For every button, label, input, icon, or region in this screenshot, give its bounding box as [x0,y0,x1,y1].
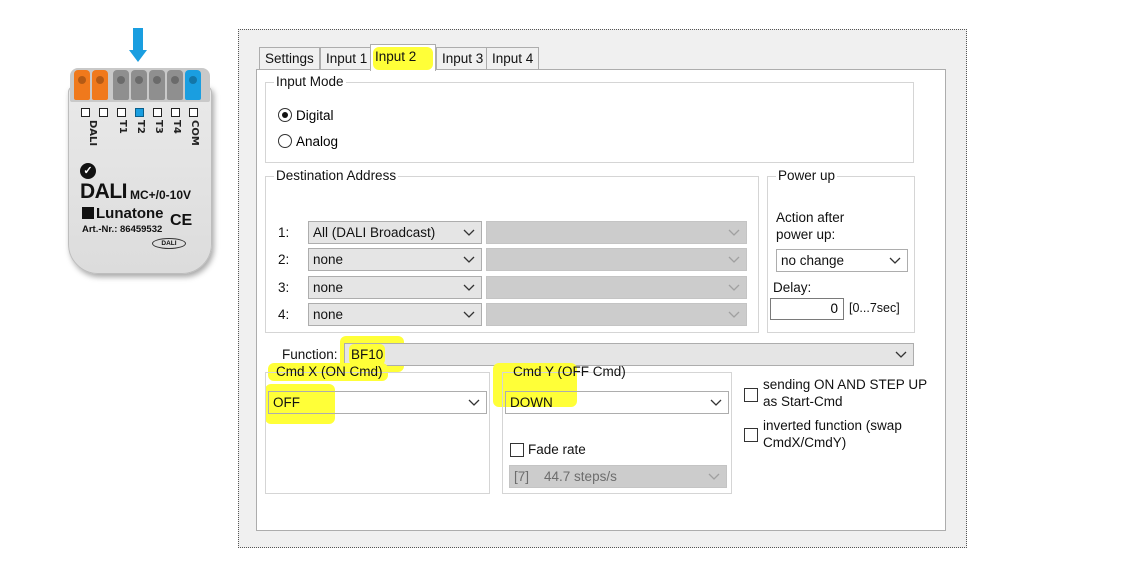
delay-input[interactable]: 0 [770,298,844,320]
chevron-down-icon [462,249,476,270]
chevron-down-icon [727,249,741,270]
pin-label-t2: T2 [135,120,146,134]
cmd-x-group: Cmd X (ON Cmd) OFF [265,364,490,494]
chevron-down-icon [462,277,476,298]
input-2-panel: Input Mode Digital Analog Destination Ad… [256,69,946,531]
fade-rate-select: [7] 44.7 steps/s [509,465,727,488]
pin-label-com: COM [189,120,200,146]
radio-digital-indicator[interactable] [278,108,292,122]
terminal-t3 [149,70,165,100]
terminal-com [185,70,201,100]
radio-analog[interactable]: Analog [278,132,338,150]
function-select[interactable]: BF10 [344,343,914,366]
led-dali-2 [99,108,108,117]
dest-row-4-select[interactable]: none [308,303,482,326]
tab-input-4[interactable]: Input 4 [486,47,540,70]
pin-label-t4: T4 [171,120,182,134]
start-cmd-label-line2: as Start-Cmd [763,394,843,409]
chevron-down-icon [707,466,721,487]
led-t1 [117,108,126,117]
dest-row-4-number: 4: [278,307,290,322]
start-cmd-checkbox[interactable] [744,388,758,402]
cmd-y-group: Cmd Y (OFF Cmd) DOWN Fade rate [7] 44.7 … [502,364,732,494]
chevron-down-icon [888,250,902,271]
dest-row-1-select[interactable]: All (DALI Broadcast) [308,221,482,244]
device-brand: Lunatone [82,205,164,222]
chevron-down-icon [894,344,908,365]
device-model: MC+/0-10V [130,188,192,202]
brand-logo-icon: ✓ [80,163,96,179]
chevron-down-icon [462,222,476,243]
destination-address-group: Destination Address 1: All (DALI Broadca… [265,168,759,333]
cmd-y-title: Cmd Y (OFF Cmd) [513,364,626,379]
chevron-down-icon [727,222,741,243]
power-up-group: Power up Action after power up: no chang… [767,168,915,333]
led-t4 [171,108,180,117]
terminal-dali-1 [74,70,90,100]
dest-row-4-secondary-select [486,303,747,326]
dest-row-2-number: 2: [278,252,290,267]
chevron-down-icon [709,392,723,413]
pin-label-t1: T1 [117,120,128,134]
pin-label-t3: T3 [153,120,164,134]
dest-row-2-secondary-select [486,248,747,271]
led-dali [81,108,90,117]
power-up-title: Power up [776,168,838,184]
inverted-function-label-line1: inverted function (swap [763,418,902,433]
cmd-x-select[interactable]: OFF [268,391,487,414]
inverted-function-label-line2: CmdX/CmdY) [763,435,847,450]
fade-rate-checkbox[interactable] [510,443,524,457]
tab-input-1[interactable]: Input 1 [320,47,374,70]
dest-row-3-number: 3: [278,280,290,295]
destination-title: Destination Address [274,168,399,184]
input-mode-group: Input Mode Digital Analog [265,74,914,163]
tab-input-3[interactable]: Input 3 [436,47,490,70]
fade-rate-label: Fade rate [528,442,586,457]
radio-analog-indicator[interactable] [278,134,292,148]
settings-dialog: Settings Input 1 Input 2 Input 3 Input 4… [238,29,967,548]
dest-row-2-select[interactable]: none [308,248,482,271]
chevron-down-icon [467,392,481,413]
terminal-dali-2 [92,70,108,100]
terminal-t2 [131,70,147,100]
delay-label: Delay: [773,280,812,295]
power-up-label: power up: [776,227,836,242]
chevron-down-icon [462,304,476,325]
chevron-down-icon [727,277,741,298]
led-t2 [135,108,144,117]
led-t3 [153,108,162,117]
terminal-t1 [113,70,129,100]
dest-row-1-number: 1: [278,225,290,240]
function-label: Function: [282,347,338,362]
dest-row-1-secondary-select [486,221,747,244]
inverted-function-checkbox[interactable] [744,428,758,442]
tab-settings[interactable]: Settings [259,47,320,70]
dest-row-3-select[interactable]: none [308,276,482,299]
dali-badge: DALI [152,238,186,249]
article-number: Art.-Nr.: 86459532 [82,224,163,235]
chevron-down-icon [727,304,741,325]
cmd-x-title: Cmd X (ON Cmd) [276,364,383,379]
delay-range-label: [0...7sec] [849,301,900,315]
terminal-t4 [167,70,183,100]
pin-label-dali: DALI [87,120,98,147]
cmd-y-select[interactable]: DOWN [505,391,729,414]
input-mode-title: Input Mode [274,74,346,90]
power-up-action-select[interactable]: no change [776,249,908,272]
ce-mark: CE [170,212,193,229]
device-image: DALI T1 T2 T3 T4 COM ✓ DALI MC+/0-10V Lu… [66,28,214,274]
radio-digital[interactable]: Digital [278,106,334,124]
device-name: DALI [80,180,128,203]
tab-input-2[interactable]: Input 2 [370,44,436,71]
dest-row-3-secondary-select [486,276,747,299]
led-com [189,108,198,117]
arrow-down-icon [129,28,147,64]
start-cmd-label-line1: sending ON AND STEP UP [763,377,928,392]
action-after-label: Action after [776,210,845,225]
